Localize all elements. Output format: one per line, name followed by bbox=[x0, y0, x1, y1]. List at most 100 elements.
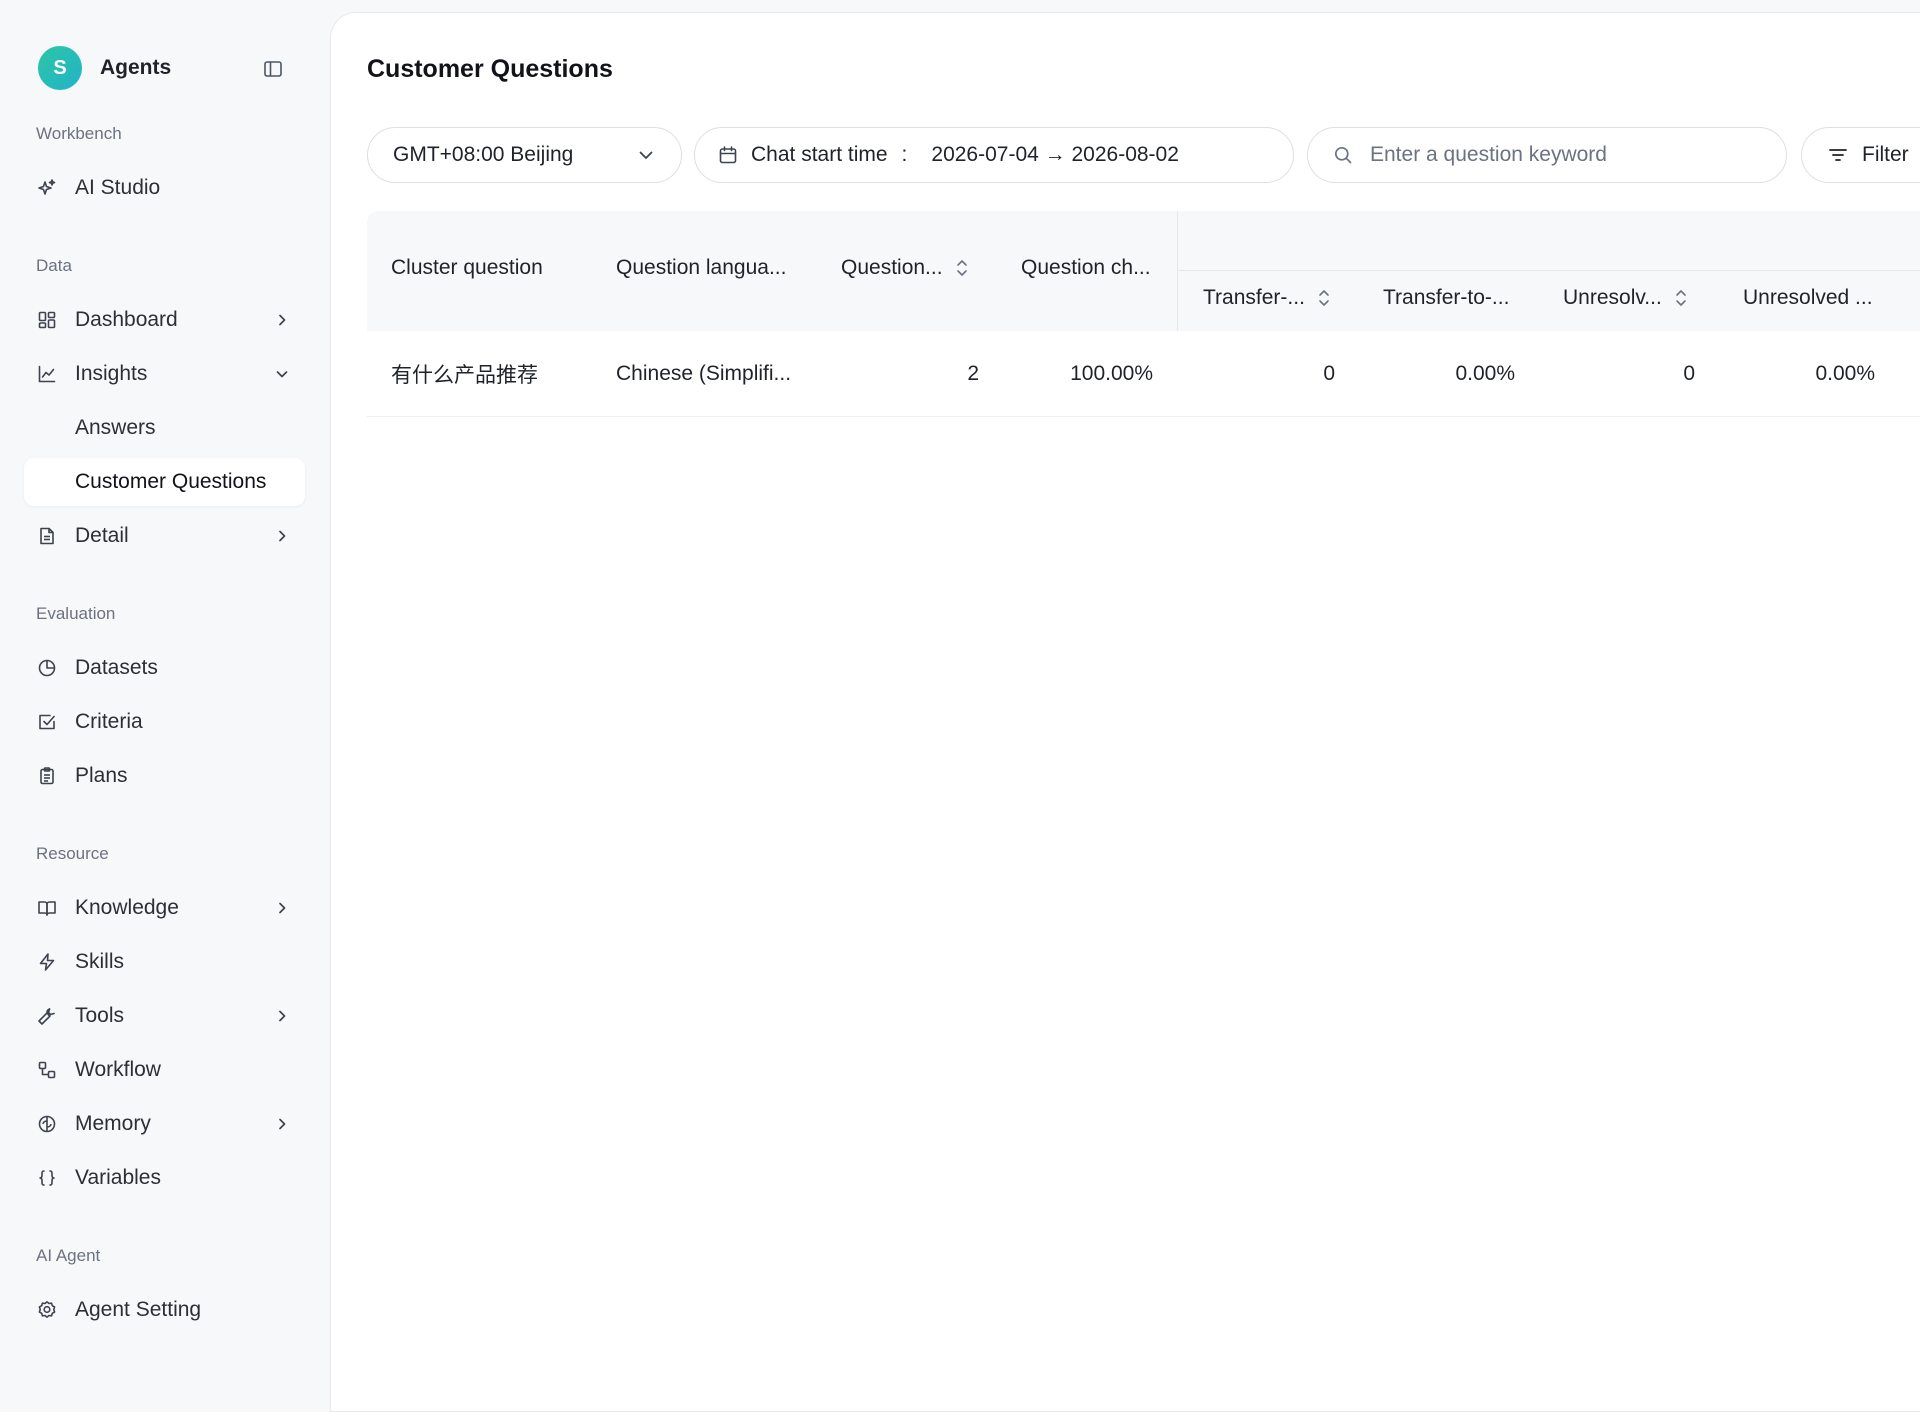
chevron-down-icon bbox=[637, 146, 655, 170]
cell-transfer-count: 0 bbox=[1323, 362, 1335, 385]
column-header-label: Question ch... bbox=[1021, 256, 1151, 279]
calendar-icon bbox=[717, 144, 739, 166]
sidebar-item-criteria[interactable]: Criteria bbox=[24, 698, 305, 746]
sidebar-item-insights[interactable]: Insights bbox=[24, 350, 305, 398]
column-header-question-language[interactable]: Question langua... bbox=[616, 256, 786, 280]
cell-question-language: Chinese (Simplifi... bbox=[616, 362, 792, 385]
sidebar-item-dashboard[interactable]: Dashboard bbox=[24, 296, 305, 344]
filter-button[interactable]: Filter bbox=[1801, 127, 1920, 183]
sidebar-item-ai-studio[interactable]: AI Studio bbox=[24, 164, 305, 212]
column-header-transfer-rate[interactable]: Transfer-to-... bbox=[1383, 286, 1509, 310]
date-range-label: Chat start time bbox=[751, 143, 888, 166]
table-header: Cluster question Question langua... Ques… bbox=[367, 211, 1920, 331]
section-title-workbench: Workbench bbox=[36, 124, 122, 143]
lightning-icon bbox=[36, 951, 58, 973]
workflow-icon bbox=[36, 1059, 58, 1081]
section-title-data: Data bbox=[36, 256, 72, 275]
document-icon bbox=[36, 525, 58, 547]
sidebar-item-label: Insights bbox=[75, 362, 148, 385]
chevron-right-icon bbox=[273, 1007, 291, 1025]
column-header-label: Cluster question bbox=[391, 256, 543, 279]
section-title-evaluation: Evaluation bbox=[36, 604, 116, 623]
sidebar-item-answers[interactable]: Answers bbox=[24, 404, 305, 452]
search-icon bbox=[1332, 144, 1354, 166]
sidebar-item-label: Workflow bbox=[75, 1058, 161, 1081]
section-title-resource: Resource bbox=[36, 844, 109, 863]
sort-icon[interactable] bbox=[1674, 288, 1688, 308]
sidebar-item-label: Tools bbox=[75, 1004, 125, 1027]
column-header-cluster-question[interactable]: Cluster question bbox=[391, 256, 543, 280]
column-header-label: Unresolv... bbox=[1563, 286, 1662, 309]
column-header-label: Unresolved ... bbox=[1743, 286, 1873, 309]
sidebar-item-label: Plans bbox=[75, 764, 128, 787]
sidebar-item-plans[interactable]: Plans bbox=[24, 752, 305, 800]
chevron-right-icon bbox=[273, 311, 291, 329]
workspace-avatar: S bbox=[38, 46, 82, 90]
column-header-unresolved-count[interactable]: Unresolv... bbox=[1563, 286, 1688, 310]
column-header-unresolved-rate[interactable]: Unresolved ... bbox=[1743, 286, 1873, 310]
column-header-question-change[interactable]: Question ch... bbox=[1021, 256, 1151, 280]
brand-name: Agents bbox=[100, 56, 172, 79]
cell-question-change: 100.00% bbox=[1070, 362, 1153, 385]
table-row[interactable]: 有什么产品推荐 Chinese (Simplifi... 2 100.00% 0… bbox=[367, 331, 1920, 417]
chevron-down-icon bbox=[273, 365, 291, 383]
timezone-select[interactable]: GMT+08:00 Beijing bbox=[367, 127, 682, 183]
chevron-right-icon bbox=[273, 1115, 291, 1133]
sidebar-collapse-button[interactable] bbox=[262, 58, 284, 80]
sidebar-item-label: Knowledge bbox=[75, 896, 179, 919]
pie-chart-icon bbox=[36, 657, 58, 679]
sort-icon[interactable] bbox=[955, 258, 969, 278]
sidebar-item-agent-setting[interactable]: Agent Setting bbox=[24, 1286, 305, 1334]
chevron-right-icon bbox=[273, 899, 291, 917]
sidebar-item-tools[interactable]: Tools bbox=[24, 992, 305, 1040]
sidebar-item-knowledge[interactable]: Knowledge bbox=[24, 884, 305, 932]
column-header-label: Transfer-to-... bbox=[1383, 286, 1510, 309]
question-search[interactable] bbox=[1307, 127, 1787, 183]
date-range-value: 2026-07-04 → 2026-08-02 bbox=[931, 143, 1179, 166]
sidebar-toggle-icon bbox=[264, 61, 282, 77]
sidebar-item-label: Detail bbox=[75, 524, 129, 547]
sidebar-item-label: Criteria bbox=[75, 710, 143, 733]
sidebar-item-datasets[interactable]: Datasets bbox=[24, 644, 305, 692]
sidebar-item-detail[interactable]: Detail bbox=[24, 512, 305, 560]
cell-cluster-question: 有什么产品推荐 bbox=[391, 364, 538, 387]
sidebar-item-label: Answers bbox=[75, 416, 156, 439]
column-header-label: Transfer-... bbox=[1203, 286, 1305, 309]
brain-icon bbox=[36, 1113, 58, 1135]
section-title-ai-agent: AI Agent bbox=[36, 1246, 101, 1265]
column-group-divider bbox=[1177, 211, 1178, 331]
column-header-question-count[interactable]: Question... bbox=[841, 256, 969, 280]
sidebar-item-label: Dashboard bbox=[75, 308, 178, 331]
main-panel: Customer Questions GMT+08:00 Beijing Cha… bbox=[330, 12, 1920, 1412]
date-range-picker[interactable]: Chat start time : 2026-07-04 → 2026-08-0… bbox=[694, 127, 1294, 183]
sparkles-icon bbox=[36, 177, 58, 199]
sidebar-item-workflow[interactable]: Workflow bbox=[24, 1046, 305, 1094]
sidebar-item-label: Customer Questions bbox=[75, 470, 267, 493]
checkbox-icon bbox=[36, 711, 58, 733]
timezone-value: GMT+08:00 Beijing bbox=[393, 143, 574, 166]
cell-transfer-rate: 0.00% bbox=[1455, 362, 1515, 385]
brand[interactable]: S Agents bbox=[38, 46, 171, 90]
sidebar-item-label: Skills bbox=[75, 950, 125, 973]
column-header-transfer-count[interactable]: Transfer-... bbox=[1203, 286, 1331, 310]
chevron-right-icon bbox=[273, 527, 291, 545]
sort-icon[interactable] bbox=[1317, 288, 1331, 308]
braces-icon bbox=[36, 1167, 58, 1189]
sidebar-item-customer-questions[interactable]: Customer Questions bbox=[24, 458, 305, 506]
sidebar-item-variables[interactable]: Variables bbox=[24, 1154, 305, 1202]
filter-icon bbox=[1826, 143, 1850, 167]
page-title: Customer Questions bbox=[367, 55, 613, 83]
sidebar: S Agents Workbench AI Studio Data Dashbo… bbox=[0, 0, 330, 1400]
column-header-label: Question... bbox=[841, 256, 943, 279]
wrench-icon bbox=[36, 1005, 58, 1027]
sidebar-item-label: AI Studio bbox=[75, 176, 161, 199]
question-search-input[interactable] bbox=[1368, 142, 1768, 168]
line-chart-icon bbox=[36, 363, 58, 385]
sidebar-item-label: Memory bbox=[75, 1112, 151, 1135]
sidebar-item-memory[interactable]: Memory bbox=[24, 1100, 305, 1148]
sidebar-item-skills[interactable]: Skills bbox=[24, 938, 305, 986]
sidebar-item-label: Agent Setting bbox=[75, 1298, 202, 1321]
sidebar-item-label: Variables bbox=[75, 1166, 161, 1189]
book-open-icon bbox=[36, 897, 58, 919]
dashboard-grid-icon bbox=[36, 309, 58, 331]
